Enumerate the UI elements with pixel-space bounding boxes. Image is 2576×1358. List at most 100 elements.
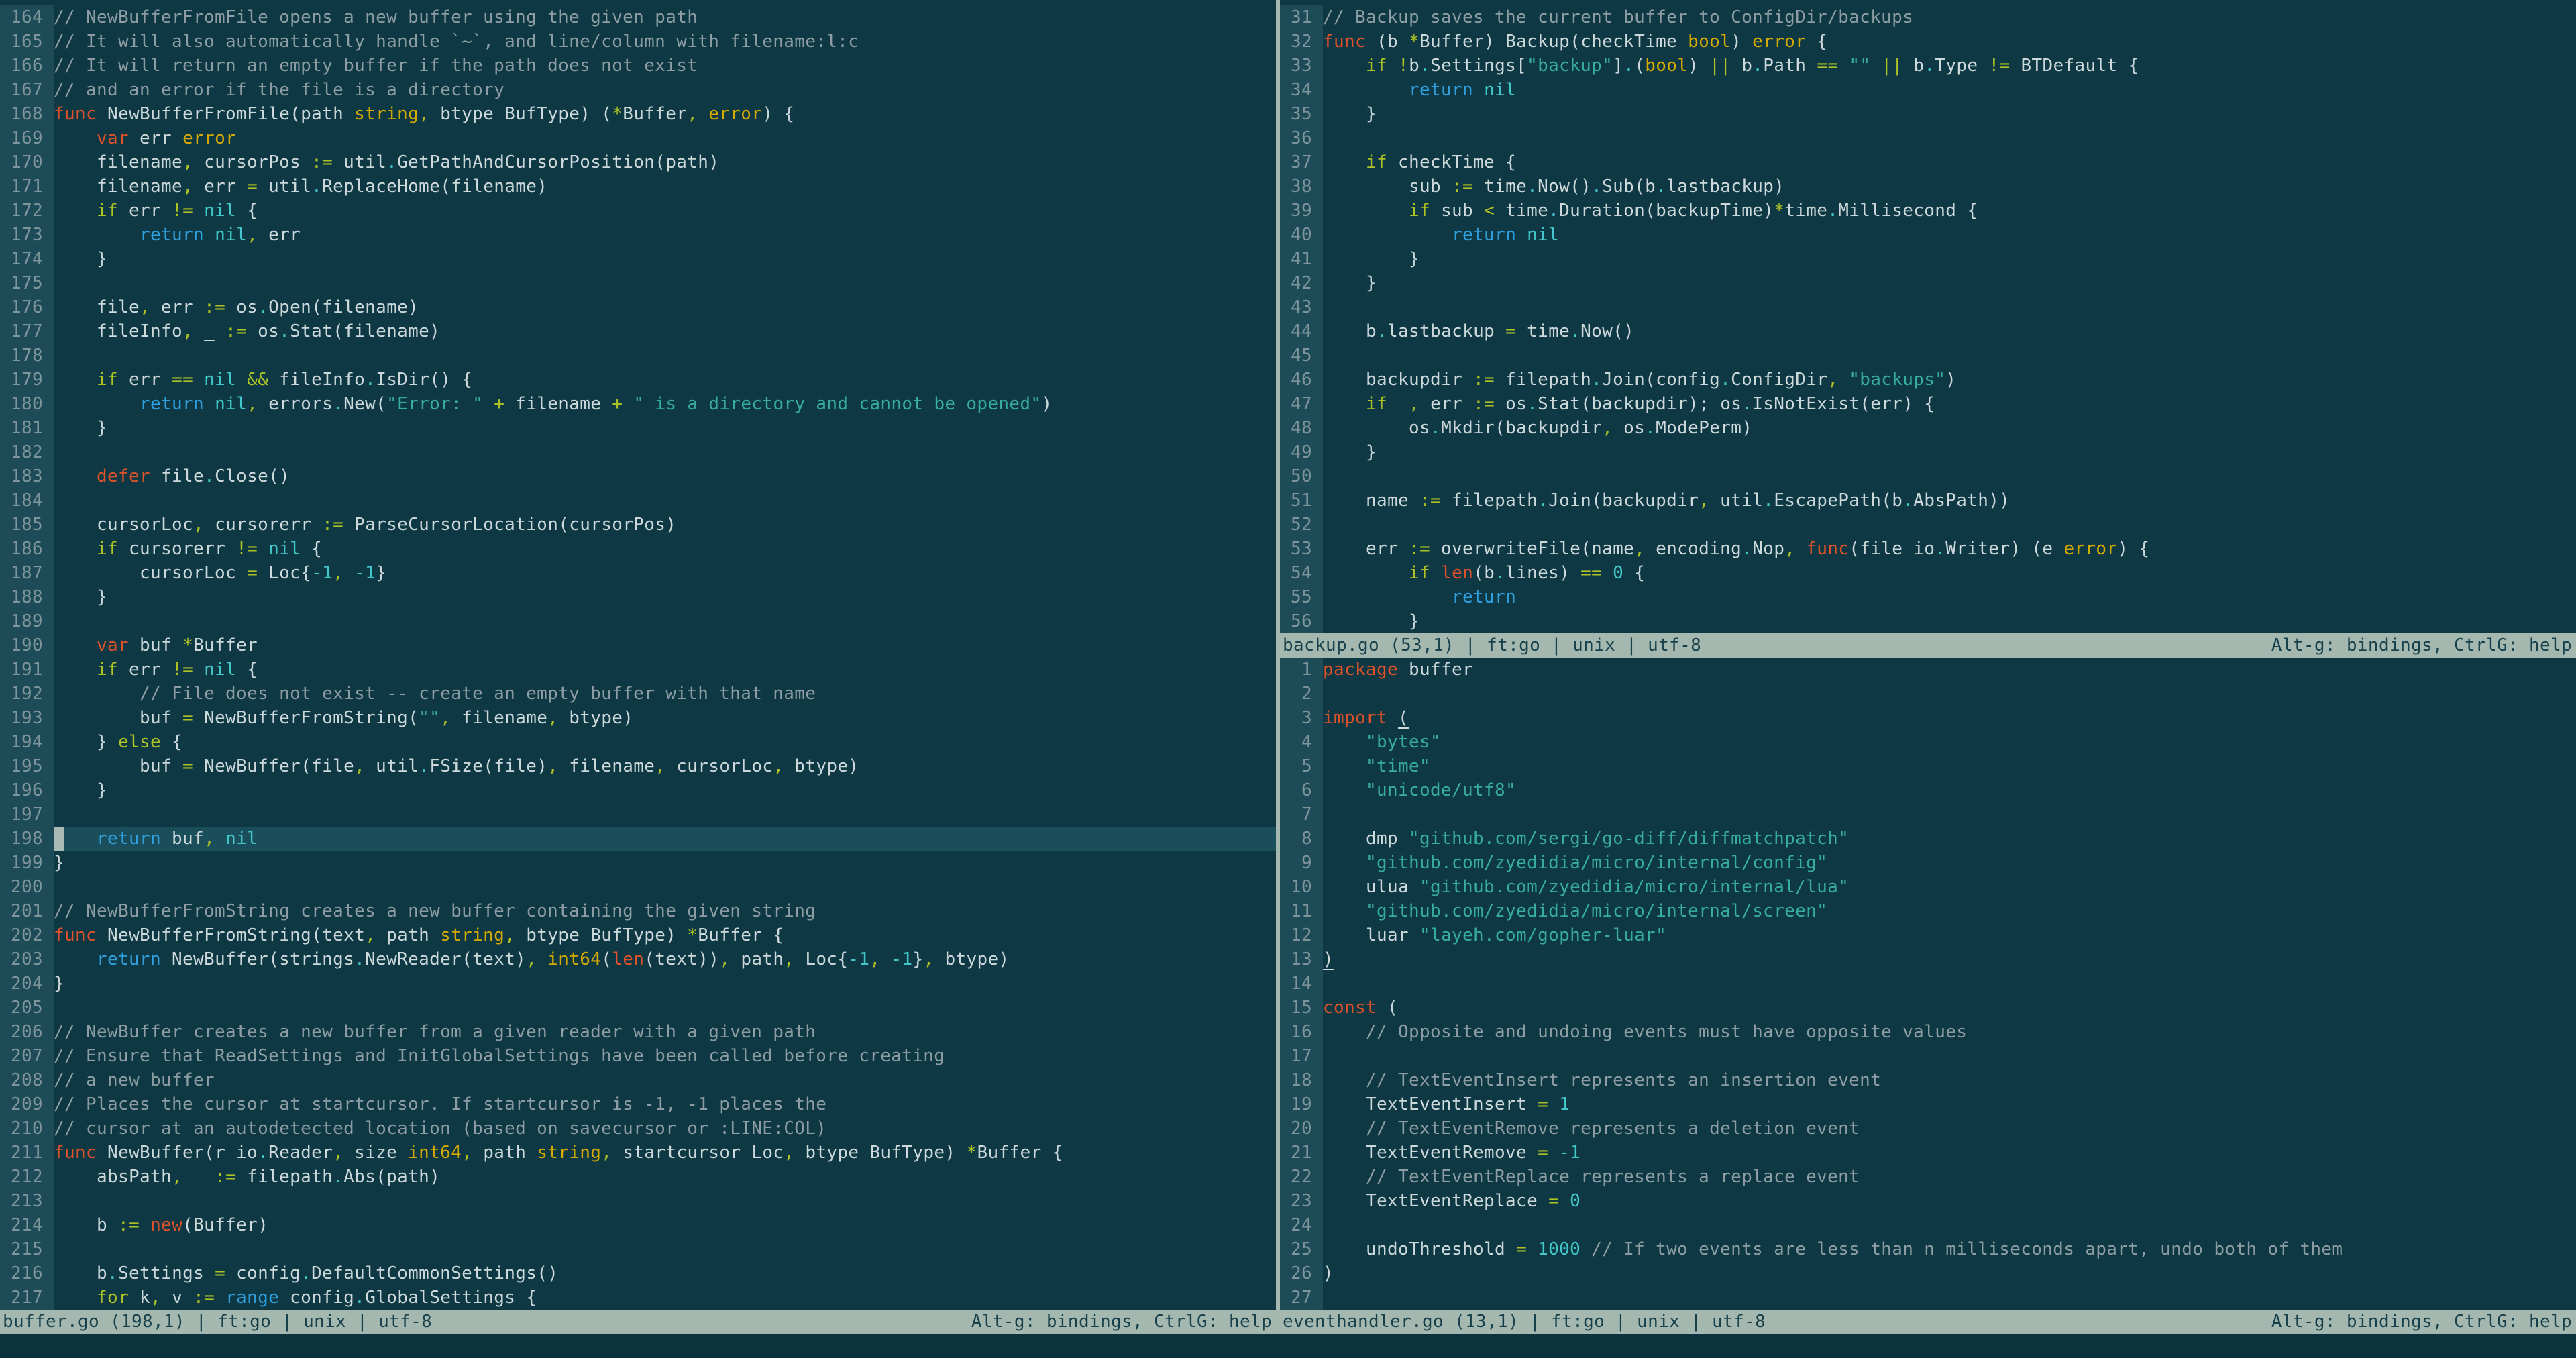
code-line[interactable]: 170 filename, cursorPos := util.GetPathA… — [0, 150, 1276, 174]
code-area-backup-go[interactable]: 31// Backup saves the current buffer to … — [1280, 0, 2576, 633]
code-line[interactable]: 54 if len(b.lines) == 0 { — [1280, 561, 2576, 585]
code-line[interactable]: 23 TextEventReplace = 0 — [1280, 1189, 2576, 1213]
code-line[interactable]: 212 absPath, _ := filepath.Abs(path) — [0, 1165, 1276, 1189]
code-line[interactable]: 17 — [1280, 1044, 2576, 1068]
code-line[interactable]: 8 dmp "github.com/sergi/go-diff/diffmatc… — [1280, 827, 2576, 851]
code-line[interactable]: 199} — [0, 851, 1276, 875]
code-line[interactable]: 204} — [0, 972, 1276, 996]
code-line[interactable]: 21 TextEventRemove = -1 — [1280, 1141, 2576, 1165]
code-line[interactable]: 182 — [0, 440, 1276, 464]
code-line[interactable]: 187 cursorLoc = Loc{-1, -1} — [0, 561, 1276, 585]
code-line[interactable]: 39 if sub < time.Duration(backupTime)*ti… — [1280, 199, 2576, 223]
code-line[interactable]: 181 } — [0, 416, 1276, 440]
code-line[interactable]: 38 sub := time.Now().Sub(b.lastbackup) — [1280, 174, 2576, 199]
code-line[interactable]: 216 b.Settings = config.DefaultCommonSet… — [0, 1261, 1276, 1286]
code-line[interactable]: 171 filename, err = util.ReplaceHome(fil… — [0, 174, 1276, 199]
code-line[interactable]: 169 var err error — [0, 126, 1276, 150]
code-line[interactable]: 43 — [1280, 295, 2576, 319]
code-line[interactable]: 177 fileInfo, _ := os.Stat(filename) — [0, 319, 1276, 344]
code-line[interactable]: 196 } — [0, 778, 1276, 802]
code-line[interactable]: 176 file, err := os.Open(filename) — [0, 295, 1276, 319]
code-line[interactable]: 179 if err == nil && fileInfo.IsDir() { — [0, 368, 1276, 392]
code-line[interactable]: 20 // TextEventRemove represents a delet… — [1280, 1116, 2576, 1141]
code-line[interactable]: 210// cursor at an autodetected location… — [0, 1116, 1276, 1141]
code-line[interactable]: 200 — [0, 875, 1276, 899]
code-line[interactable]: 34 return nil — [1280, 78, 2576, 102]
code-line[interactable]: 195 buf = NewBuffer(file, util.FSize(fil… — [0, 754, 1276, 778]
code-line[interactable]: 36 — [1280, 126, 2576, 150]
code-line[interactable]: 25 undoThreshold = 1000 // If two events… — [1280, 1237, 2576, 1261]
code-line[interactable]: 206// NewBuffer creates a new buffer fro… — [0, 1020, 1276, 1044]
code-line[interactable]: 15 const ( — [1280, 996, 2576, 1020]
code-line[interactable]: 165// It will also automatically handle … — [0, 30, 1276, 54]
code-line[interactable]: 193 buf = NewBufferFromString("", filena… — [0, 706, 1276, 730]
code-line[interactable]: 48 os.Mkdir(backupdir, os.ModePerm) — [1280, 416, 2576, 440]
code-line[interactable]: 207// Ensure that ReadSettings and InitG… — [0, 1044, 1276, 1068]
code-line[interactable]: 198 return buf, nil — [0, 827, 1276, 851]
code-line[interactable]: 3 import ( — [1280, 706, 2576, 730]
code-line[interactable]: 1 package buffer — [1280, 658, 2576, 682]
code-line[interactable]: 46 backupdir := filepath.Join(config.Con… — [1280, 368, 2576, 392]
code-line[interactable]: 16 // Opposite and undoing events must h… — [1280, 1020, 2576, 1044]
code-line[interactable]: 197 — [0, 802, 1276, 827]
code-line[interactable]: 37 if checkTime { — [1280, 150, 2576, 174]
code-line[interactable]: 166// It will return an empty buffer if … — [0, 54, 1276, 78]
code-line[interactable]: 40 return nil — [1280, 223, 2576, 247]
code-line[interactable]: 11 "github.com/zyedidia/micro/internal/s… — [1280, 899, 2576, 923]
code-line[interactable]: 19 TextEventInsert = 1 — [1280, 1092, 2576, 1116]
code-line[interactable]: 5 "time" — [1280, 754, 2576, 778]
code-line[interactable]: 167// and an error if the file is a dire… — [0, 78, 1276, 102]
code-line[interactable]: 50 — [1280, 464, 2576, 488]
code-area-eventhandler-go[interactable]: 1 package buffer 2 3 import (4 "bytes" 5 "tim… — [1280, 658, 2576, 1310]
code-line[interactable]: 183 defer file.Close() — [0, 464, 1276, 488]
code-line[interactable]: 6 "unicode/utf8" — [1280, 778, 2576, 802]
code-line[interactable]: 203 return NewBuffer(strings.NewReader(t… — [0, 947, 1276, 972]
code-line[interactable]: 208// a new buffer — [0, 1068, 1276, 1092]
code-line[interactable]: 4 "bytes" — [1280, 730, 2576, 754]
code-line[interactable]: 52 — [1280, 513, 2576, 537]
code-line[interactable]: 33 if !b.Settings["backup"].(bool) || b.… — [1280, 54, 2576, 78]
code-line[interactable]: 194 } else { — [0, 730, 1276, 754]
code-line[interactable]: 175 — [0, 271, 1276, 295]
code-line[interactable]: 9 "github.com/zyedidia/micro/internal/co… — [1280, 851, 2576, 875]
code-line[interactable]: 201// NewBufferFromString creates a new … — [0, 899, 1276, 923]
code-line[interactable]: 26) — [1280, 1261, 2576, 1286]
code-line[interactable]: 213 — [0, 1189, 1276, 1213]
code-line[interactable]: 217 for k, v := range config.GlobalSetti… — [0, 1286, 1276, 1310]
code-line[interactable]: 209// Places the cursor at startcursor. … — [0, 1092, 1276, 1116]
code-line[interactable]: 41 } — [1280, 247, 2576, 271]
code-line[interactable]: 180 return nil, errors.New("Error: " + f… — [0, 392, 1276, 416]
code-line[interactable]: 14 — [1280, 972, 2576, 996]
code-line[interactable]: 7 — [1280, 802, 2576, 827]
code-line[interactable]: 189 — [0, 609, 1276, 633]
code-line[interactable]: 211 func NewBuffer(r io.Reader, size int6… — [0, 1141, 1276, 1165]
code-line[interactable]: 47 if _, err := os.Stat(backupdir); os.I… — [1280, 392, 2576, 416]
code-line[interactable]: 205 — [0, 996, 1276, 1020]
code-line[interactable]: 191 if err != nil { — [0, 658, 1276, 682]
code-line[interactable]: 173 return nil, err — [0, 223, 1276, 247]
code-line[interactable]: 172 if err != nil { — [0, 199, 1276, 223]
code-line[interactable]: 49 } — [1280, 440, 2576, 464]
code-line[interactable]: 32 func (b *Buffer) Backup(checkTime bool… — [1280, 30, 2576, 54]
code-line[interactable]: 44 b.lastbackup = time.Now() — [1280, 319, 2576, 344]
code-line[interactable]: 215 — [0, 1237, 1276, 1261]
code-line[interactable]: 55 return — [1280, 585, 2576, 609]
code-line[interactable]: 51 name := filepath.Join(backupdir, util… — [1280, 488, 2576, 513]
code-line[interactable]: 192 // File does not exist -- create an … — [0, 682, 1276, 706]
code-line[interactable]: 2 — [1280, 682, 2576, 706]
code-line[interactable]: 31// Backup saves the current buffer to … — [1280, 5, 2576, 30]
code-line[interactable]: 56 } — [1280, 609, 2576, 633]
code-line[interactable]: 184 — [0, 488, 1276, 513]
code-line[interactable]: 214 b := new(Buffer) — [0, 1213, 1276, 1237]
code-area-buffer-go[interactable]: 164// NewBufferFromFile opens a new buff… — [0, 0, 1276, 1310]
code-line[interactable]: 45 — [1280, 344, 2576, 368]
code-line[interactable]: 188 } — [0, 585, 1276, 609]
code-line[interactable]: 168 func NewBufferFromFile(path string, b… — [0, 102, 1276, 126]
code-line[interactable]: 42 } — [1280, 271, 2576, 295]
code-line[interactable]: 186 if cursorerr != nil { — [0, 537, 1276, 561]
code-line[interactable]: 202 func NewBufferFromString(text, path s… — [0, 923, 1276, 947]
code-line[interactable]: 22 // TextEventReplace represents a repl… — [1280, 1165, 2576, 1189]
code-line[interactable]: 35 } — [1280, 102, 2576, 126]
code-line[interactable]: 190 var buf *Buffer — [0, 633, 1276, 658]
code-line[interactable]: 174 } — [0, 247, 1276, 271]
